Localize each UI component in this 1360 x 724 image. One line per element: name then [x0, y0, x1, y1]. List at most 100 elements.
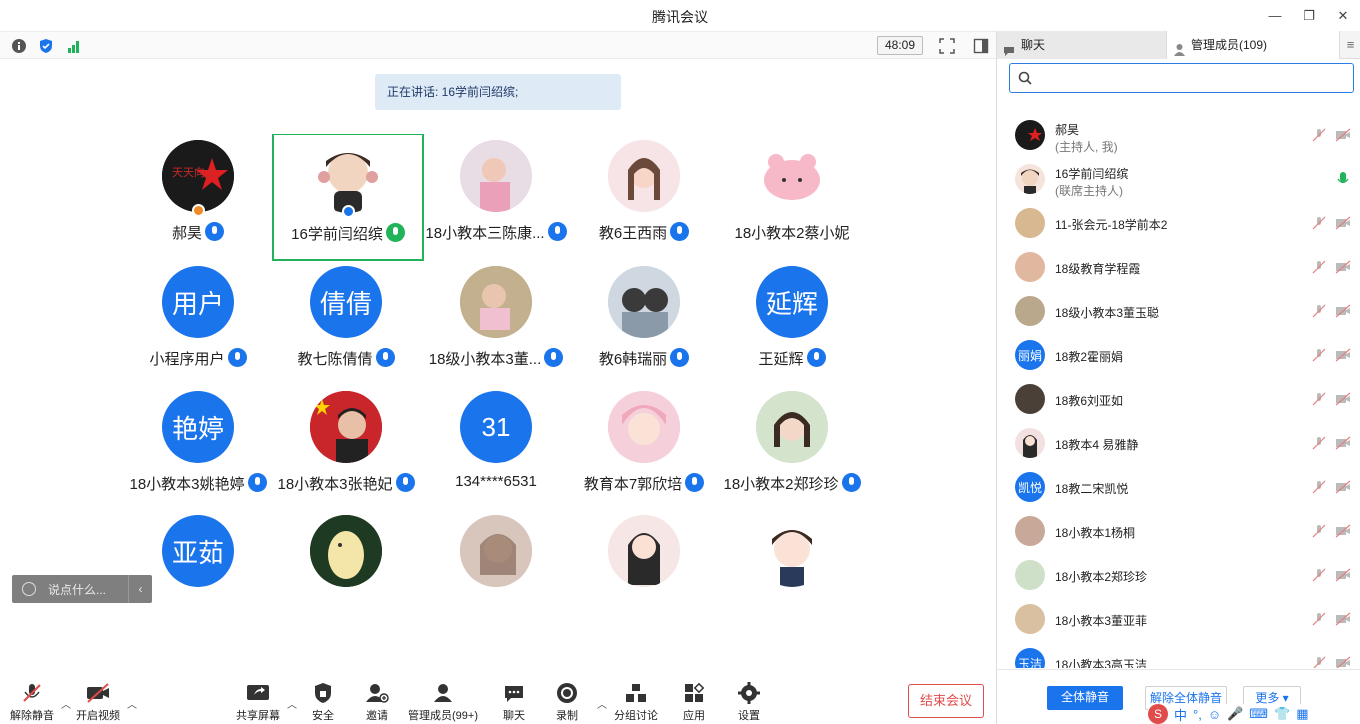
participant-tile[interactable]: 教6韩瑞丽 [570, 260, 718, 384]
avatar: 丽娟 [1015, 340, 1045, 370]
participant-name: 18小教本2郑珍珍 [723, 476, 839, 493]
apps-button[interactable]: 应用 [683, 682, 705, 723]
info-icon[interactable] [10, 37, 27, 54]
participant-name: 18小教本3姚艳婷 [129, 476, 245, 493]
skin-icon: 👕 [1274, 706, 1291, 721]
restore-icon[interactable]: ❐ [1292, 0, 1326, 31]
avatar [608, 266, 680, 338]
member-row[interactable]: 18教本4 易雅静 [997, 422, 1360, 466]
share-screen-button[interactable]: 共享屏幕 [236, 682, 280, 723]
video-off-icon [87, 683, 109, 703]
close-icon[interactable]: ✕ [1326, 0, 1360, 31]
settings-button[interactable]: 设置 [738, 682, 760, 723]
avatar: 凯悦 [1015, 472, 1045, 502]
chat-quick-input[interactable]: 说点什么... ‹ [12, 575, 152, 603]
member-search-input[interactable] [1009, 63, 1354, 93]
participant-name: 16学前闫绍缤 [291, 226, 383, 243]
avatar: 天天向上 [162, 140, 234, 212]
emoji-icon[interactable] [22, 582, 36, 596]
participant-name: 教6韩瑞丽 [598, 351, 668, 368]
member-row[interactable]: 郝昊 (主持人, 我) [997, 114, 1360, 158]
mic-icon [685, 473, 705, 492]
video-off-icon [1335, 612, 1351, 626]
participant-tile[interactable]: 教育本7郭欣培 [570, 385, 718, 509]
mic-muted-icon [1312, 216, 1326, 230]
apps-icon [685, 682, 705, 702]
avatar [1015, 120, 1045, 150]
invite-button[interactable]: 邀请 [365, 682, 389, 723]
start-video-button[interactable]: 开启视频 [76, 682, 120, 723]
member-row[interactable]: 18小教本3董亚菲 [997, 598, 1360, 642]
share-options-caret[interactable]: ︿ [287, 696, 297, 711]
member-row[interactable]: 18教6刘亚如 [997, 378, 1360, 422]
meeting-toolbar: 解除静音 ︿ 开启视频 ︿ 共享屏幕 ︿ 安全 邀请 管理成员(99+) 聊天 … [0, 672, 996, 724]
end-meeting-button[interactable]: 结束会议 [908, 684, 984, 718]
avatar: 艳婷 [162, 391, 234, 463]
participant-name: 王延辉 [758, 351, 804, 368]
mic-icon [806, 348, 826, 367]
breakout-rooms-button[interactable]: 分组讨论 [614, 682, 658, 723]
participant-tile [570, 509, 718, 602]
member-row[interactable]: 18小教本2郑珍珍 [997, 554, 1360, 598]
mute-all-button[interactable]: 全体静音 [1047, 686, 1123, 710]
member-row[interactable]: 18级小教本3董玉聪 [997, 290, 1360, 334]
avatar [1015, 164, 1045, 194]
participant-tile[interactable]: 延辉 王延辉 [718, 260, 866, 384]
participant-tile[interactable]: 18小教本3张艳妃 [272, 385, 420, 509]
collapse-icon[interactable]: ‹ [128, 575, 152, 603]
tab-members[interactable]: 管理成员(109) [1167, 31, 1339, 59]
member-row[interactable]: 丽娟 18教2霍丽娟 [997, 334, 1360, 378]
video-options-caret[interactable]: ︿ [127, 696, 137, 711]
chat-button[interactable]: 聊天 [503, 682, 525, 723]
avatar [756, 140, 828, 212]
record-button[interactable]: 录制 [556, 682, 578, 723]
participant-tile[interactable]: 天天向上 郝昊 [124, 134, 272, 258]
video-off-icon [1335, 436, 1351, 450]
mic-muted-icon [1312, 128, 1326, 142]
member-row[interactable]: 18小教本1杨桐 [997, 510, 1360, 554]
participant-tile [272, 509, 420, 602]
member-row[interactable]: 16学前闫绍缤 (联席主持人) [997, 158, 1360, 202]
chat-placeholder: 说点什么... [48, 582, 107, 597]
unmute-button[interactable]: 解除静音 [10, 682, 54, 723]
member-row[interactable]: 11-张会元-18学前本2 [997, 202, 1360, 246]
signal-icon[interactable] [65, 37, 82, 54]
shield-icon [315, 683, 331, 703]
tab-chat[interactable]: 聊天 [997, 31, 1167, 59]
participant-tile[interactable]: 18级小教本3董... [422, 260, 570, 384]
participant-tile[interactable]: 18小教本2郑珍珍 [718, 385, 866, 509]
avatar: 亚茹 [162, 515, 234, 587]
participant-tile[interactable]: 18小教本三陈康... [422, 134, 570, 258]
fullscreen-icon[interactable] [938, 37, 955, 54]
member-row[interactable]: 凯悦 18教二宋凯悦 [997, 466, 1360, 510]
avatar [608, 140, 680, 212]
participant-tile-active[interactable]: 16学前闫绍缤 [272, 134, 424, 261]
minimize-icon[interactable]: — [1258, 0, 1292, 31]
participant-tile: 31 134****6531 [422, 385, 570, 509]
video-off-icon [1335, 480, 1351, 494]
mic-muted-icon [1312, 304, 1326, 318]
security-button[interactable]: 安全 [312, 682, 334, 723]
ime-toolbar[interactable]: S 中 °, ☺ 🎤 ⌨ 👕 ▦ [1148, 704, 1360, 724]
participant-grid: 天天向上 郝昊 16学前闫绍缤 18小教本三陈康... 教6王西雨 18小教本2… [124, 134, 994, 602]
avatar [1015, 428, 1045, 458]
shield-icon[interactable] [37, 37, 54, 54]
avatar [1015, 384, 1045, 414]
member-row[interactable]: 玉洁 18小教本3高玉洁 [997, 642, 1360, 668]
member-row[interactable]: 18级教育学程霞 [997, 246, 1360, 290]
participant-tile[interactable]: 艳婷 18小教本3姚艳婷 [124, 385, 272, 509]
participant-tile[interactable]: 用户 小程序用户 [124, 260, 272, 384]
video-off-icon [1335, 348, 1351, 362]
audio-options-caret[interactable]: ︿ [61, 696, 71, 711]
participant-tile[interactable]: 教6王西雨 [570, 134, 718, 258]
participant-tile[interactable]: 倩倩 教七陈倩倩 [272, 260, 420, 384]
participant-name: 134****6531 [455, 473, 537, 490]
video-off-icon [1335, 260, 1351, 274]
manage-members-button[interactable]: 管理成员(99+) [408, 682, 478, 723]
layout-icon[interactable] [972, 37, 989, 54]
avatar: 延辉 [756, 266, 828, 338]
mic-muted-icon [1312, 260, 1326, 274]
record-options-caret[interactable]: ︿ [597, 696, 607, 711]
cohost-badge-icon [342, 205, 355, 218]
menu-icon[interactable]: ≡ [1339, 31, 1360, 58]
